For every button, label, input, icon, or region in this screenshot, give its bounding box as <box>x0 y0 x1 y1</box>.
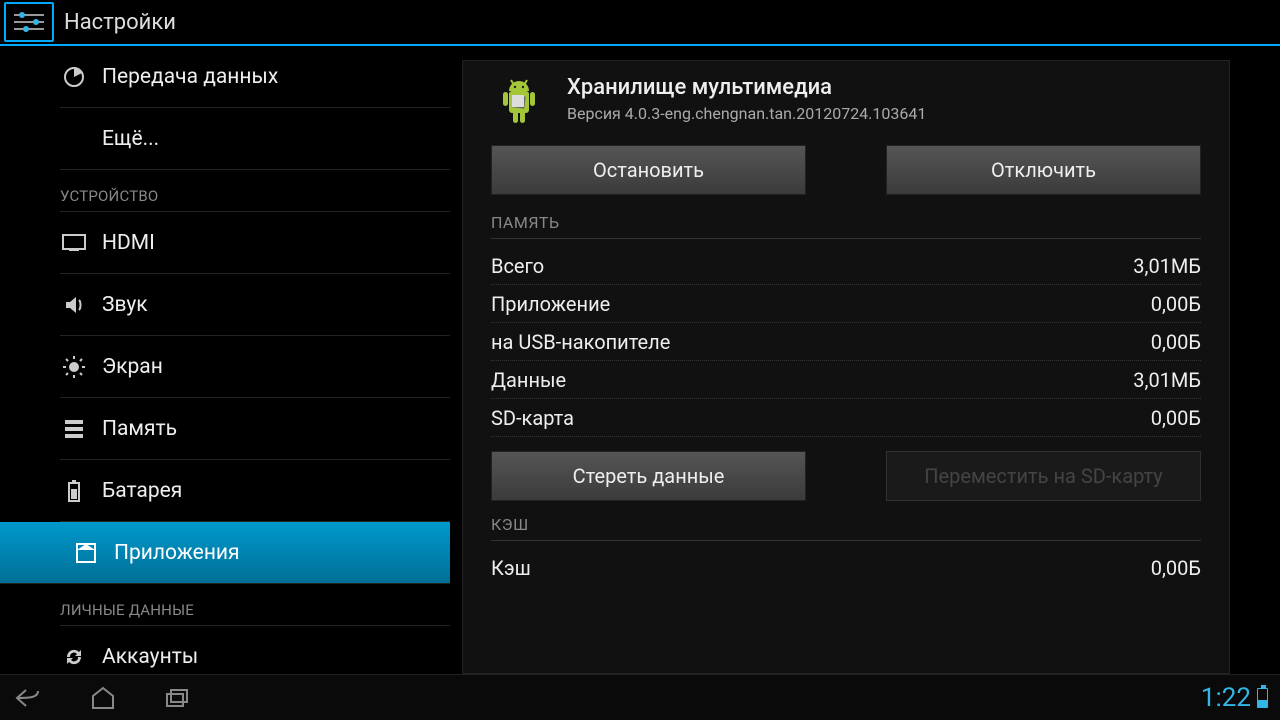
sound-icon <box>60 291 88 319</box>
sidebar-item-label: Батарея <box>102 479 182 503</box>
battery-icon <box>60 477 88 505</box>
force-stop-button[interactable]: Остановить <box>491 145 806 195</box>
system-navigation-bar: 1:22 <box>0 674 1280 720</box>
stat-label: Приложение <box>491 292 610 316</box>
sidebar-item-more[interactable]: Ещё... <box>60 108 450 170</box>
stat-value: 3,01МБ <box>1133 368 1201 392</box>
memory-row-usb: на USB-накопителе 0,00Б <box>491 323 1201 361</box>
sidebar-item-sound[interactable]: Звук <box>60 274 450 336</box>
disable-button[interactable]: Отключить <box>886 145 1201 195</box>
memory-row-app: Приложение 0,00Б <box>491 285 1201 323</box>
app-name: Хранилище мультимедиа <box>567 75 926 100</box>
sidebar-item-label: Передача данных <box>102 65 278 89</box>
blank-icon <box>60 125 88 153</box>
stat-label: SD-карта <box>491 406 574 430</box>
stat-value: 0,00Б <box>1151 292 1201 316</box>
app-header: Настройки <box>0 0 1280 46</box>
data-usage-icon <box>60 63 88 91</box>
clear-data-button[interactable]: Стереть данные <box>491 451 806 501</box>
android-app-icon <box>491 75 547 131</box>
sidebar-item-label: Приложения <box>114 541 240 565</box>
battery-status-icon <box>1257 688 1268 708</box>
settings-icon <box>4 2 54 42</box>
sync-icon <box>60 643 88 671</box>
stat-value: 3,01МБ <box>1133 254 1201 278</box>
sidebar-item-display[interactable]: Экран <box>60 336 450 398</box>
stat-value: 0,00Б <box>1151 556 1201 580</box>
app-version: Версия 4.0.3-eng.chengnan.tan.20120724.1… <box>567 104 926 123</box>
sidebar-item-label: HDMI <box>102 231 155 255</box>
settings-sidebar: Передача данных Ещё... УСТРОЙСТВО HDMI З… <box>0 46 450 674</box>
stat-label: Данные <box>491 368 566 392</box>
move-to-sd-button: Переместить на SD-карту <box>886 451 1201 501</box>
recent-apps-button[interactable] <box>160 681 194 715</box>
stat-label: на USB-накопителе <box>491 330 670 354</box>
stat-label: Всего <box>491 254 544 278</box>
app-detail-panel: Хранилище мультимедиа Версия 4.0.3-eng.c… <box>462 60 1230 674</box>
storage-icon <box>60 415 88 443</box>
hdmi-icon <box>60 229 88 257</box>
stat-value: 0,00Б <box>1151 330 1201 354</box>
memory-row-sd: SD-карта 0,00Б <box>491 399 1201 437</box>
sidebar-item-battery[interactable]: Батарея <box>60 460 450 522</box>
memory-row-total: Всего 3,01МБ <box>491 247 1201 285</box>
memory-row-data: Данные 3,01МБ <box>491 361 1201 399</box>
sidebar-section-device: УСТРОЙСТВО <box>60 170 450 212</box>
stat-label: Кэш <box>491 556 531 580</box>
sidebar-item-storage[interactable]: Память <box>60 398 450 460</box>
sidebar-item-label: Звук <box>102 293 148 317</box>
sidebar-item-accounts[interactable]: Аккаунты <box>60 626 450 674</box>
sidebar-item-hdmi[interactable]: HDMI <box>60 212 450 274</box>
stat-value: 0,00Б <box>1151 406 1201 430</box>
sidebar-item-label: Ещё... <box>102 127 159 151</box>
page-title: Настройки <box>64 10 176 35</box>
sidebar-section-personal: ЛИЧНЫЕ ДАННЫЕ <box>60 584 450 626</box>
sidebar-item-label: Память <box>102 417 177 441</box>
cache-section-header: КЭШ <box>491 515 1201 541</box>
cache-row: Кэш 0,00Б <box>491 549 1201 587</box>
memory-section-header: ПАМЯТЬ <box>491 213 1201 239</box>
sidebar-item-label: Экран <box>102 355 163 379</box>
brightness-icon <box>60 353 88 381</box>
back-button[interactable] <box>12 681 46 715</box>
apps-icon <box>72 539 100 567</box>
sidebar-item-data-usage[interactable]: Передача данных <box>60 46 450 108</box>
sidebar-item-apps[interactable]: Приложения <box>0 522 450 584</box>
clock: 1:22 <box>1201 683 1251 713</box>
home-button[interactable] <box>86 681 120 715</box>
sidebar-item-label: Аккаунты <box>102 645 198 669</box>
